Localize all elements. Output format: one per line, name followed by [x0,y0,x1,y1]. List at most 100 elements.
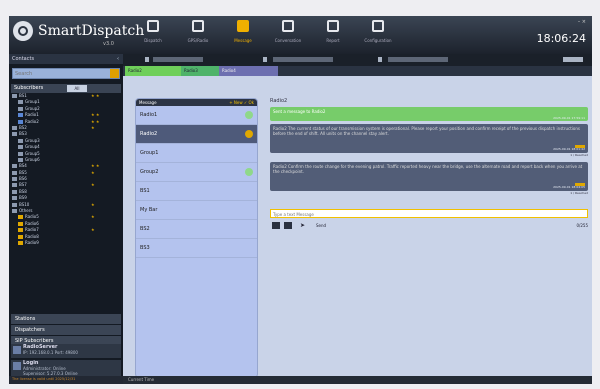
tree-item-label: Radio7 [25,227,39,233]
message-time: 2025-09-01 17:59:11 [553,116,585,120]
tree-rows: BS1 ★ ★ Group1 Group2 Radio1 ★ ★ Radio2 ★ ★ BS2 ★… [9,93,123,246]
tree-item-user[interactable]: Radio9 [9,240,123,246]
message-list: Sent a message to Radio2 2025-09-01 17:59… [270,107,588,197]
clock: 18:06:24 [536,32,586,45]
nav-label: Conversation [274,38,302,43]
sidebar-title: Contacts ‹ [9,54,123,64]
tree-item-label: BS9 [19,195,27,201]
folder-icon [12,209,17,214]
tree-item-label: BS7 [19,182,27,188]
conversation-item-label: Group2 [140,169,159,175]
group-icon [18,106,23,111]
speaker-slider[interactable] [273,57,333,62]
user-icon [18,228,23,233]
message-input[interactable] [271,211,575,218]
speaker-icon[interactable] [263,57,267,62]
mic-slider[interactable] [388,57,448,62]
conversation-item[interactable]: BS1 [136,182,257,201]
char-count: 0/255 [576,223,588,228]
delivery-status: 1 / Reached [570,153,588,157]
group-icon [18,100,23,105]
user-icon [18,234,23,239]
tree-item-label: Radio9 [25,239,39,245]
ptt-button[interactable] [563,57,583,62]
window-controls[interactable]: – × [578,19,586,25]
send-button[interactable]: Send [316,223,326,228]
group-icon [18,151,23,156]
tab-radio4[interactable]: Radio4 [219,66,278,76]
conversation-list: Message + New ✓ Ok Radio1 Radio2 Group1 Gro… [135,98,258,378]
tab-radio3[interactable]: Radio3 [181,66,220,76]
folder-icon [12,196,17,201]
nav-dispatch[interactable]: Dispatch [133,20,173,43]
nav-report[interactable]: Report [313,20,353,43]
folder-icon [12,94,17,98]
tree-item-label: Group3 [25,137,40,143]
tab-radio2[interactable]: Radio2 [125,66,182,76]
tree-item-label: Group6 [25,156,40,162]
logo-icon [13,21,33,41]
conversation-item[interactable]: Radio2 [136,125,257,144]
server-address: IP: 192.168.0.1 Port: 49800 [23,350,78,355]
search-box [12,68,120,79]
search-icon[interactable] [110,69,119,78]
nav-label: Report [326,38,340,43]
conversation-icon [282,20,294,32]
new-message-button[interactable]: + New ✓ Ok [229,99,254,106]
tree-item-label: Others [19,208,33,214]
collapse-icon[interactable]: ‹ [117,54,119,64]
channel-tabs: Radio2 Radio3 Radio4 [123,66,592,76]
conversation-item[interactable]: My Bar [136,201,257,220]
delivery-status: 1 / Reached [570,191,588,195]
nav-configuration[interactable]: Configuration [358,20,398,43]
conversation-list-header: Message + New ✓ Ok [136,99,257,106]
contact-tree: Subscribers All BS1 ★ ★ Group1 Group2 Radio1… [9,83,123,313]
search-input[interactable] [13,69,101,78]
tree-item-label: BS8 [19,188,27,194]
subscribers-header[interactable]: Subscribers All [11,84,121,93]
message-text: Sent a message to Radio2 [273,109,326,114]
main-area: Message + New ✓ Ok Radio1 Radio2 Group1 Gro… [123,76,592,378]
tree-item-label: BS10 [19,201,30,207]
save-icon[interactable] [284,222,292,229]
conversation-item[interactable]: BS3 [136,239,257,258]
section-stations[interactable]: Stations [11,314,121,324]
conversation-item-label: BS1 [140,188,150,194]
tree-item-label: BS6 [19,176,27,182]
conversation-list-title: Message [139,100,157,105]
section-dispatchers[interactable]: Dispatchers [11,325,121,335]
subscribers-filter[interactable]: All [67,85,87,92]
nav-message[interactable]: Message [223,20,263,43]
tree-item-label: BS1 [19,93,27,98]
attach-icon[interactable] [272,222,280,229]
tree-item-label: BS3 [19,131,27,137]
nav-label: Configuration [364,38,392,43]
folder-icon [12,132,17,137]
nav-conversation[interactable]: Conversation [268,20,308,43]
sidebar: Contacts ‹ Subscribers All BS1★ ★Group1G… [9,54,123,381]
conversation-item[interactable]: BS2 [136,220,257,239]
volume-slider[interactable] [153,57,203,62]
report-icon [327,20,339,32]
conversation-item-label: My Bar [140,207,158,213]
status-dot-icon [245,111,253,119]
group-rows: Radio1 Radio2 Group1 Group2 BS1 My Bar BS2 BS3 [136,106,257,258]
send-icon[interactable]: ➤ [300,222,310,229]
mic-icon[interactable] [378,57,382,62]
login-panel: Login Administrator: Online Supervisor: … [11,360,121,376]
app-version: v3.0 [103,41,114,47]
conversation-item-label: BS3 [140,245,150,251]
volume-icon[interactable] [145,57,149,62]
message-icon [237,20,249,32]
conversation-item[interactable]: Radio1 [136,106,257,125]
conversation-item[interactable]: Group2 [136,163,257,182]
message-text: Radio2 Confirm the route change for the … [273,164,583,174]
login-icon [13,362,21,370]
conversation-item[interactable]: Group1 [136,144,257,163]
group-icon [18,157,23,162]
composer-toolbar: ➤ Send 0/255 [270,222,588,230]
user-icon [18,221,23,226]
nav-gps-radio[interactable]: GPS/Radio [178,20,218,43]
tree-item-label: Group4 [25,144,40,150]
folder-icon [12,164,17,169]
